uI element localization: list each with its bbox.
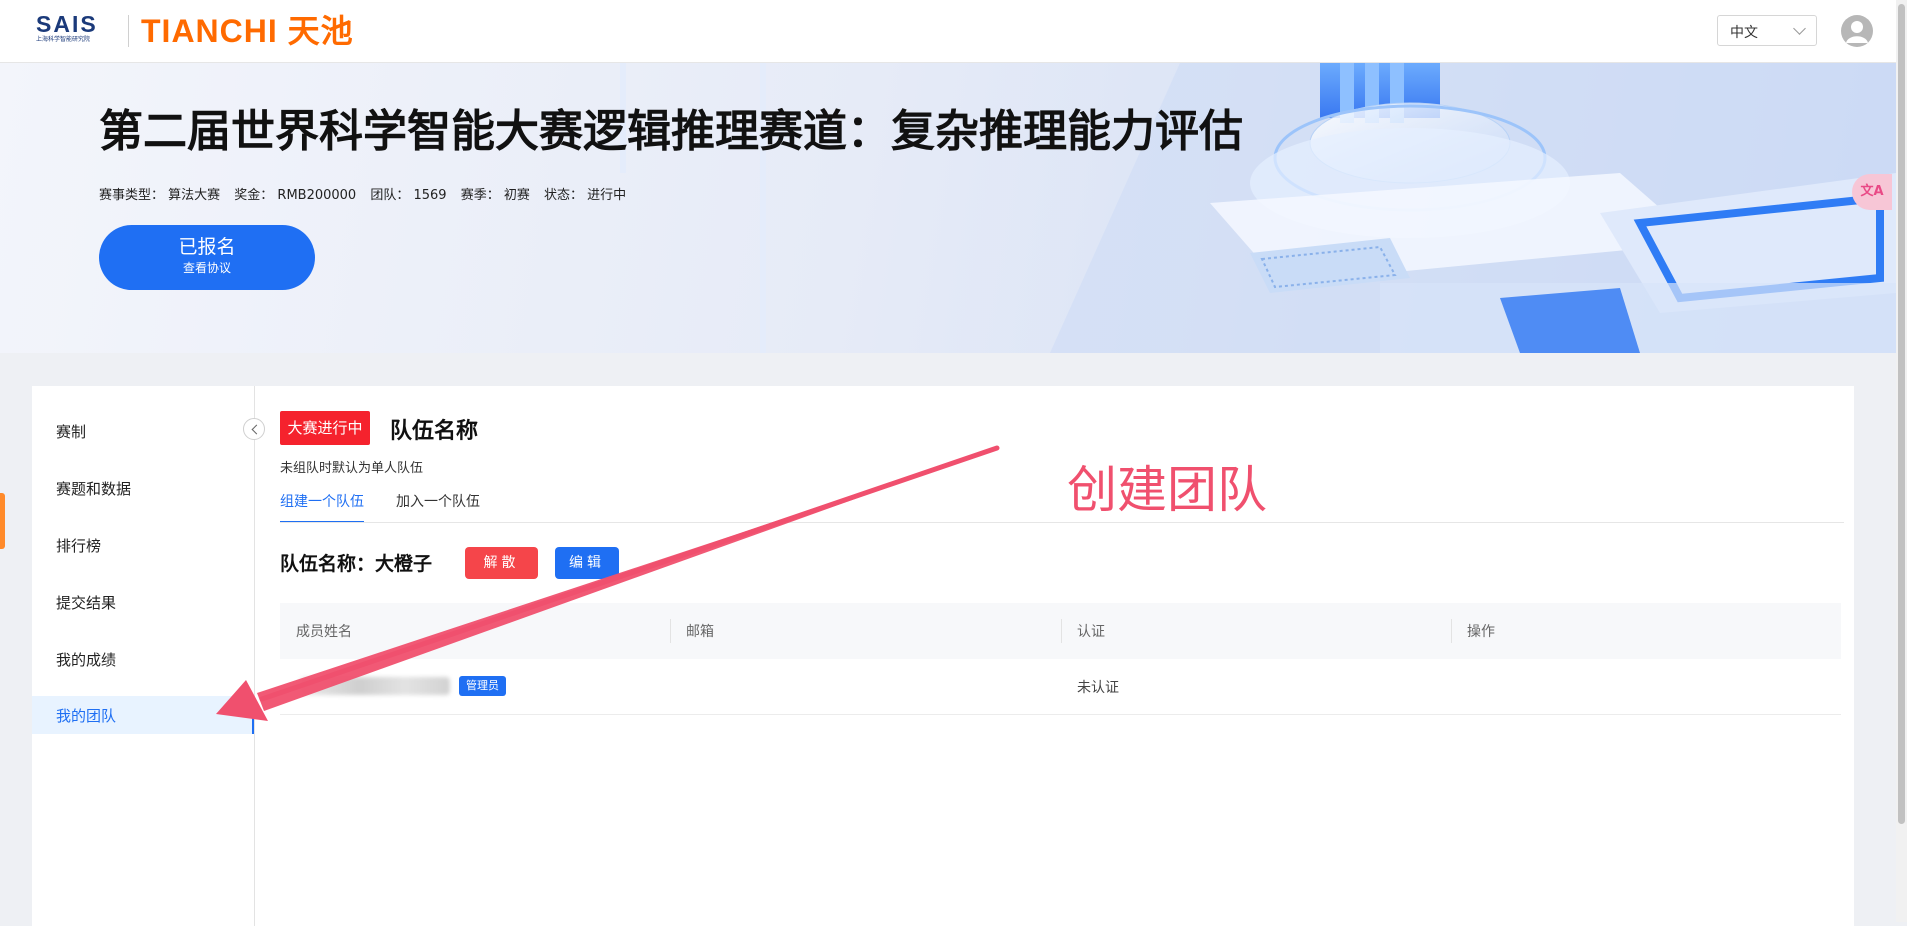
team-section-title: 队伍名称: [390, 419, 479, 444]
team-section-hint: 未组队时默认为单人队伍: [280, 461, 424, 476]
view-agreement-link[interactable]: 查看协议: [99, 259, 315, 277]
meta-prize: 奖金： RMB200000: [234, 188, 357, 203]
chevron-down-icon: [1793, 22, 1806, 35]
competition-title: 第二届世界科学智能大赛逻辑推理赛道：复杂推理能力评估: [99, 106, 1243, 157]
registered-button[interactable]: 已报名 查看协议: [99, 225, 315, 290]
user-avatar[interactable]: [1841, 15, 1873, 47]
annotation-label: 创建团队: [1067, 461, 1267, 519]
member-certification: 未认证: [1077, 680, 1119, 696]
competition-meta: 赛事类型： 算法大赛 奖金： RMB200000 团队： 1569 赛季： 初赛…: [99, 184, 636, 203]
sais-logo-subtitle: 上海科学智能研究院: [36, 36, 91, 43]
admin-role-tag: 管理员: [459, 676, 506, 696]
sidebar-item-my-team[interactable]: 我的团队: [32, 696, 254, 734]
sais-logo[interactable]: SAIS 上海科学智能研究院: [36, 12, 108, 48]
top-navbar: SAIS 上海科学智能研究院 TIANCHI 天池 中文: [0, 0, 1896, 63]
page-scrollbar[interactable]: [1896, 0, 1907, 922]
sidebar-item-leaderboard[interactable]: 排行榜: [32, 526, 254, 564]
side-edge-accent[interactable]: [0, 493, 5, 549]
tianchi-logo[interactable]: TIANCHI 天池: [141, 12, 354, 50]
column-divider: [1061, 619, 1062, 643]
column-member-name: 成员姓名: [296, 624, 352, 640]
team-name-label: 队伍名称：大橙子: [280, 553, 433, 575]
competition-status-badge: 大赛进行中: [280, 411, 370, 445]
scrollbar-thumb[interactable]: [1898, 4, 1905, 824]
language-select[interactable]: 中文: [1717, 15, 1817, 46]
translate-icon[interactable]: 文A: [1852, 174, 1892, 210]
language-select-value: 中文: [1730, 25, 1758, 41]
table-row: 管理员 未认证: [280, 659, 1841, 715]
meta-teams: 团队： 1569: [370, 188, 447, 203]
sais-logo-text: SAIS: [36, 11, 98, 37]
member-name-redacted: [300, 677, 450, 695]
column-divider: [670, 619, 671, 643]
sidebar-item-submit[interactable]: 提交结果: [32, 583, 254, 621]
meta-season: 赛季： 初赛: [460, 188, 530, 203]
sidebar-item-rules[interactable]: 赛制: [32, 412, 254, 450]
sidebar-collapse-button[interactable]: [243, 418, 265, 440]
competition-banner: 第二届世界科学智能大赛逻辑推理赛道：复杂推理能力评估 赛事类型： 算法大赛 奖金…: [0, 63, 1896, 353]
tabs-divider: [280, 522, 1844, 523]
meta-status: 状态： 进行中: [544, 188, 627, 203]
logo-divider: [128, 15, 129, 47]
user-icon: [1846, 21, 1868, 43]
sidebar-item-my-scores[interactable]: 我的成绩: [32, 640, 254, 678]
column-certification: 认证: [1077, 624, 1105, 640]
dissolve-team-button[interactable]: 解散: [465, 547, 538, 579]
column-actions: 操作: [1467, 624, 1495, 640]
tab-join-team[interactable]: 加入一个队伍: [396, 491, 480, 523]
meta-type: 赛事类型： 算法大赛: [99, 188, 221, 203]
sidebar-item-problem-data[interactable]: 赛题和数据: [32, 469, 254, 507]
chevron-left-icon: [251, 424, 262, 435]
registered-button-label: 已报名: [178, 236, 236, 258]
members-table-header: 成员姓名 邮箱 认证 操作: [280, 603, 1841, 659]
column-email: 邮箱: [686, 624, 714, 640]
tab-create-team[interactable]: 组建一个队伍: [280, 491, 364, 523]
edit-team-button[interactable]: 编辑: [555, 547, 619, 579]
competition-sidebar: 赛制 赛题和数据 排行榜 提交结果 我的成绩 我的团队: [32, 386, 255, 926]
column-divider: [1451, 619, 1452, 643]
